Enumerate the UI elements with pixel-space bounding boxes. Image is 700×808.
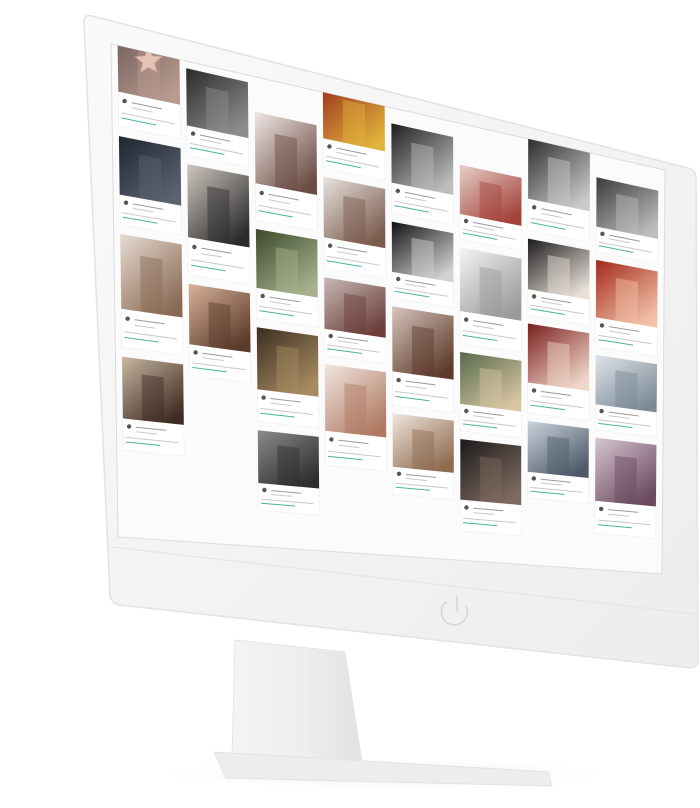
post-card[interactable]: [527, 238, 590, 326]
avatar: [396, 377, 401, 383]
avatar: [193, 350, 198, 355]
post-card[interactable]: [459, 164, 522, 251]
avatar: [125, 316, 130, 321]
avatar: [126, 424, 132, 429]
avatar: [464, 505, 469, 510]
post-card[interactable]: [324, 363, 387, 472]
imac-mockup: [0, 0, 700, 808]
post-card[interactable]: [527, 420, 590, 504]
avatar: [532, 205, 537, 210]
post-card[interactable]: [391, 306, 454, 413]
avatar: [599, 323, 605, 328]
post-card[interactable]: [527, 323, 590, 421]
post-card[interactable]: [392, 413, 455, 501]
post-card[interactable]: [594, 437, 657, 539]
post-card[interactable]: [459, 438, 522, 536]
post-card[interactable]: [459, 247, 522, 354]
avatar: [396, 276, 401, 282]
avatar: [464, 317, 469, 322]
post-card[interactable]: [391, 123, 454, 226]
avatar: [463, 218, 469, 224]
post-card[interactable]: [185, 67, 250, 168]
post-card[interactable]: [595, 176, 659, 265]
avatar: [599, 408, 604, 414]
avatar: [328, 333, 333, 339]
avatar: [329, 437, 334, 442]
post-card[interactable]: [119, 233, 184, 356]
avatar: [531, 388, 537, 393]
post-card[interactable]: [323, 276, 387, 365]
avatar: [192, 244, 197, 250]
avatar: [395, 188, 400, 194]
avatar: [261, 395, 266, 400]
avatar: [396, 471, 402, 476]
avatar: [190, 131, 196, 136]
avatar: [259, 190, 264, 196]
post-card[interactable]: [121, 356, 185, 457]
avatar: [531, 294, 537, 299]
post-card[interactable]: [255, 228, 319, 328]
avatar: [123, 200, 129, 205]
post-card[interactable]: [188, 283, 252, 384]
avatar: [531, 476, 536, 481]
avatar: [599, 506, 604, 512]
post-card[interactable]: [595, 259, 658, 357]
post-card[interactable]: [459, 351, 522, 439]
avatar: [122, 98, 127, 104]
avatar: [260, 293, 265, 299]
avatar: [464, 408, 469, 414]
avatar: [600, 231, 605, 236]
post-card[interactable]: [323, 176, 386, 280]
post-card[interactable]: [118, 135, 182, 236]
avatar: [327, 144, 332, 149]
post-card[interactable]: [595, 354, 658, 438]
avatar: [262, 487, 267, 493]
post-card[interactable]: [527, 136, 591, 243]
post-card[interactable]: [391, 221, 454, 308]
post-card[interactable]: [254, 111, 318, 232]
post-card[interactable]: [256, 326, 320, 429]
avatar: [327, 243, 333, 248]
post-card[interactable]: [186, 163, 251, 285]
post-card[interactable]: [257, 429, 320, 516]
imac-illustration: [83, 14, 699, 790]
